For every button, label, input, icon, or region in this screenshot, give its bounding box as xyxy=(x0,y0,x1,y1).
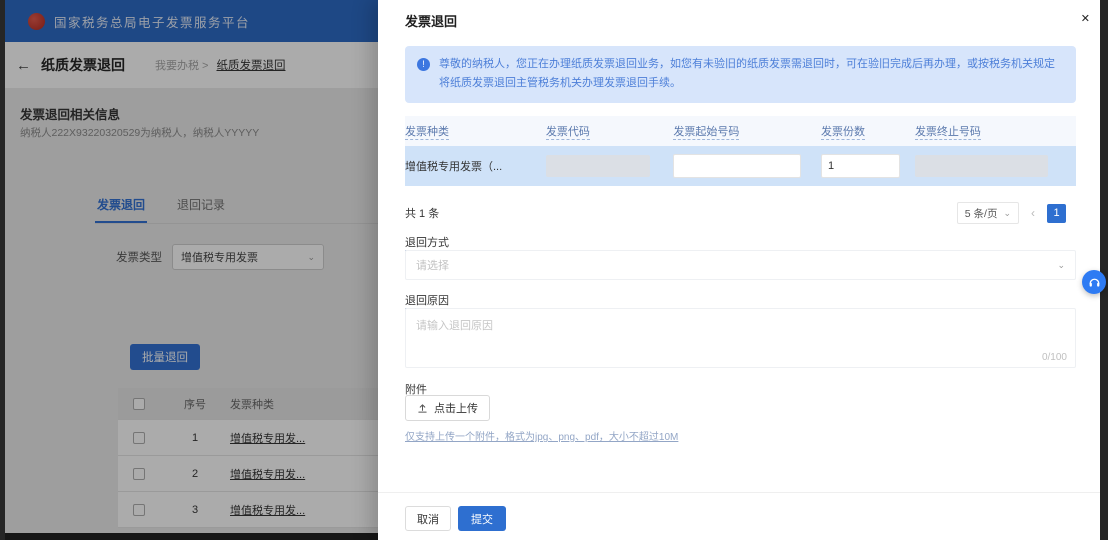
upload-hint: 仅支持上传一个附件，格式为jpg、png、pdf，大小不超过10M xyxy=(405,432,679,443)
col-start-number: 发票起始号码 xyxy=(673,123,821,140)
col-end-number: 发票终止号码 xyxy=(914,123,1076,140)
count-input[interactable] xyxy=(821,154,901,178)
footer-divider xyxy=(378,492,1100,493)
cancel-button[interactable]: 取消 xyxy=(405,506,451,531)
return-reason-field: 0/100 xyxy=(405,308,1076,368)
return-method-label: 退回方式 xyxy=(405,234,449,251)
alert-text: 尊敬的纳税人，您正在办理纸质发票退回业务，如您有未验旧的纸质发票需退回时，可在验… xyxy=(439,58,1055,90)
close-icon[interactable]: ✕ xyxy=(1081,12,1090,25)
count-cell xyxy=(821,154,915,178)
col-count: 发票份数 xyxy=(821,123,915,140)
col-invoice-type: 发票种类 xyxy=(405,123,546,140)
col-start-number-label: 发票起始号码 xyxy=(673,126,740,140)
start-number-input[interactable] xyxy=(673,154,801,178)
return-reason-label: 退回原因 xyxy=(405,292,449,309)
end-number-field-disabled xyxy=(914,155,1049,177)
col-count-label: 发票份数 xyxy=(821,126,865,140)
return-invoice-table: 发票种类 发票代码 发票起始号码 发票份数 发票终止号码 增值税专用发票（... xyxy=(405,116,1076,186)
page-size-select[interactable]: 5 条/页 ⌄ xyxy=(956,202,1019,224)
col-end-number-label: 发票终止号码 xyxy=(914,126,981,140)
info-alert: ! 尊敬的纳税人，您正在办理纸质发票退回业务，如您有未验旧的纸质发票需退回时，可… xyxy=(405,46,1076,103)
start-number-cell xyxy=(673,154,821,178)
drawer-title: 发票退回 xyxy=(405,14,458,29)
chevron-down-icon: ⌄ xyxy=(1057,259,1065,270)
col-invoice-code: 发票代码 xyxy=(545,123,673,140)
return-method-label-text: 退回方式 xyxy=(405,237,449,251)
headset-icon xyxy=(1089,278,1099,287)
invoice-return-drawer: 发票退回 ✕ ! 尊敬的纳税人，您正在办理纸质发票退回业务，如您有未验旧的纸质发… xyxy=(378,0,1100,540)
page-1-button[interactable]: 1 xyxy=(1047,203,1066,223)
col-invoice-code-label: 发票代码 xyxy=(545,126,590,140)
pagination-bar: 共 1 条 5 条/页 ⌄ ‹ 1 xyxy=(405,202,1066,224)
return-reason-textarea[interactable] xyxy=(406,309,1075,367)
invoice-code-cell xyxy=(545,155,673,177)
window-edge-right xyxy=(1100,0,1108,540)
col-invoice-type-label: 发票种类 xyxy=(405,126,449,140)
modal-backdrop[interactable] xyxy=(0,0,378,540)
chevron-down-icon: ⌄ xyxy=(1003,207,1011,218)
page-size-value: 5 条/页 xyxy=(964,207,998,220)
screen: 国家税务总局电子发票服务平台 ← 纸质发票退回 我要办税 > 纸质发票退回 发票… xyxy=(0,0,1108,540)
customer-service-button[interactable] xyxy=(1082,270,1106,294)
prev-page-button[interactable]: ‹ xyxy=(1031,206,1035,220)
submit-button[interactable]: 提交 xyxy=(458,506,506,531)
end-number-cell xyxy=(914,155,1076,177)
return-reason-label-text: 退回原因 xyxy=(405,295,449,309)
upload-button-label: 点击上传 xyxy=(434,403,478,415)
window-edge-left xyxy=(0,0,5,540)
invoice-type-cell: 增值税专用发票（... xyxy=(405,161,503,173)
return-method-select[interactable]: 请选择 ⌄ xyxy=(405,250,1076,280)
table-row: 增值税专用发票（... xyxy=(405,146,1076,186)
background-page: 国家税务总局电子发票服务平台 ← 纸质发票退回 我要办税 > 纸质发票退回 发票… xyxy=(0,0,378,540)
pager: 5 条/页 ⌄ ‹ 1 xyxy=(956,202,1066,224)
info-icon: ! xyxy=(417,58,430,71)
table-header-row: 发票种类 发票代码 发票起始号码 发票份数 发票终止号码 xyxy=(405,116,1076,146)
upload-icon xyxy=(418,403,427,413)
char-counter: 0/100 xyxy=(1041,352,1067,363)
upload-button[interactable]: 点击上传 xyxy=(405,395,490,421)
invoice-code-field-disabled xyxy=(545,155,651,177)
return-method-placeholder: 请选择 xyxy=(416,260,449,272)
total-count: 共 1 条 xyxy=(405,208,440,220)
